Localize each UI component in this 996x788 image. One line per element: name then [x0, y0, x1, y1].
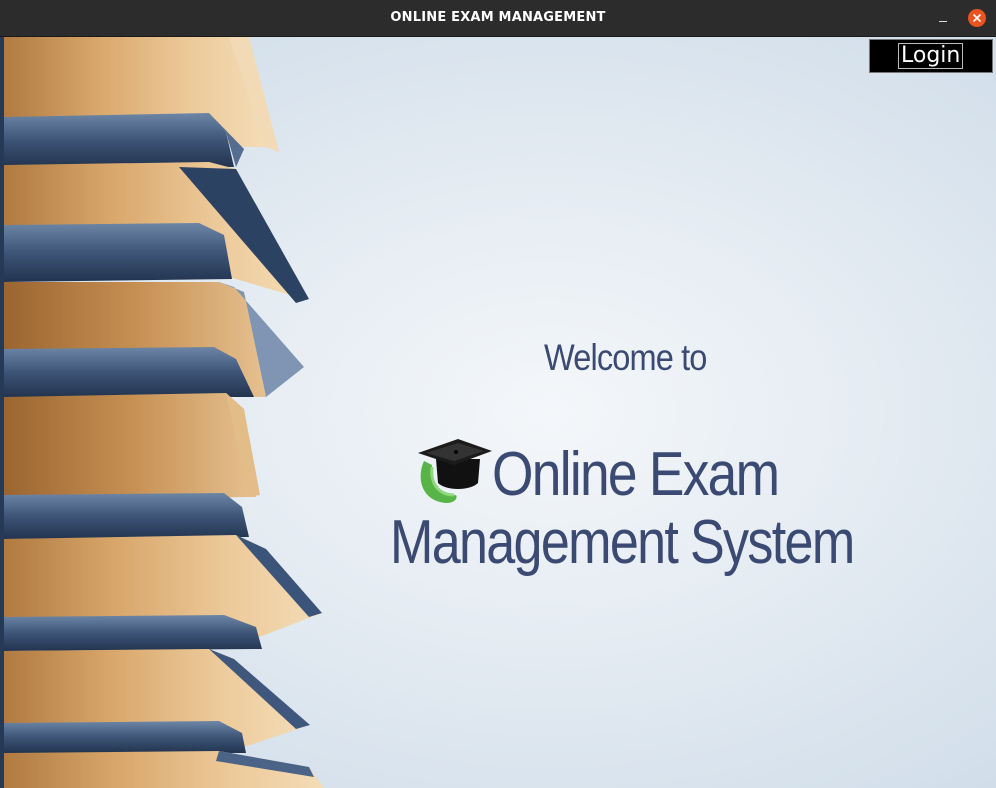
window-titlebar[interactable]: ONLINE EXAM MANAGEMENT	[0, 0, 996, 37]
minimize-button[interactable]	[934, 9, 952, 27]
close-icon	[973, 14, 981, 22]
book-stack-image	[4, 37, 324, 788]
app-window: ONLINE EXAM MANAGEMENT Login Welcome to …	[0, 0, 996, 788]
login-button-label: Login	[898, 43, 964, 69]
app-title-line-2: Management System	[390, 508, 855, 577]
graduation-cap-icon	[418, 439, 492, 503]
welcome-screen: Login Welcome to Online Exam Management …	[4, 37, 996, 788]
app-title-line-1: Online Exam	[492, 440, 780, 509]
login-button[interactable]: Login	[869, 39, 993, 73]
minimize-icon	[939, 21, 947, 22]
welcome-heading: Welcome to	[544, 337, 707, 378]
close-button[interactable]	[968, 9, 986, 27]
window-title: ONLINE EXAM MANAGEMENT	[390, 10, 606, 25]
